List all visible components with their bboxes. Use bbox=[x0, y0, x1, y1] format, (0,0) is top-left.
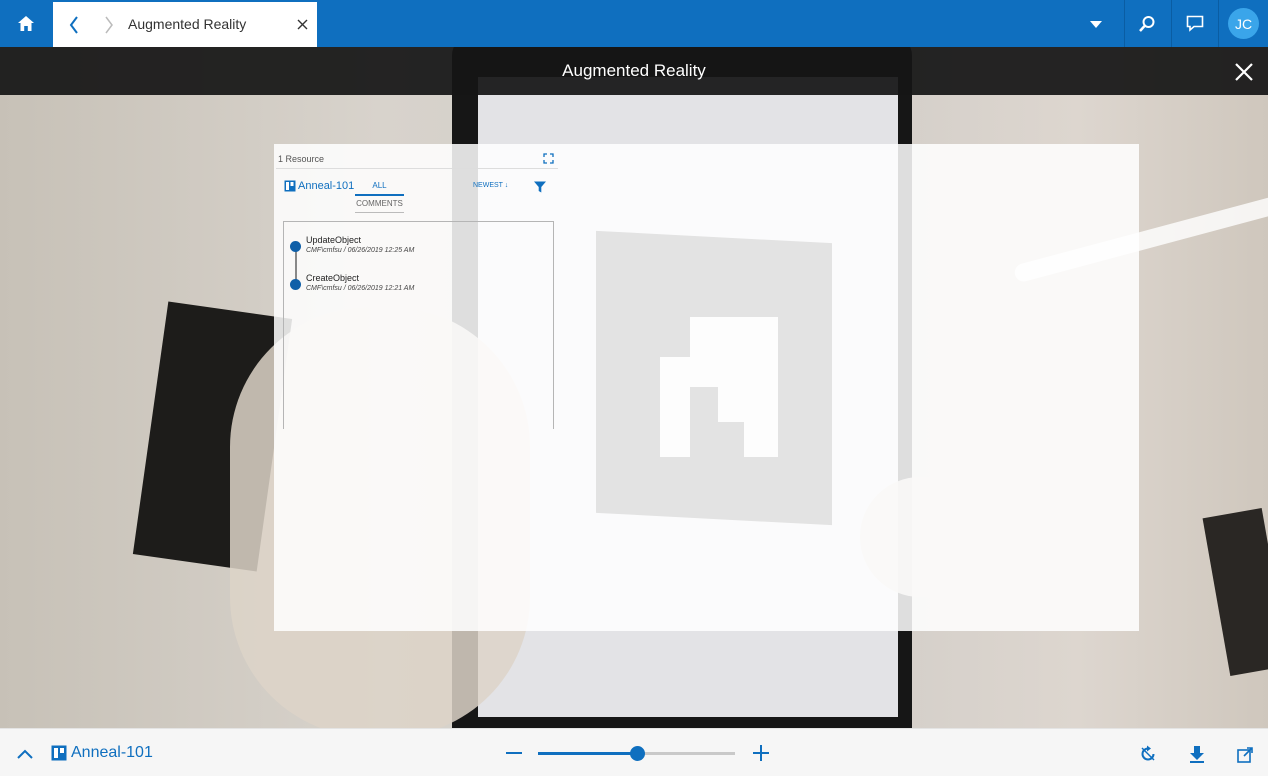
toolbar-divider bbox=[1171, 0, 1172, 47]
tab-title: Augmented Reality bbox=[128, 16, 247, 32]
home-icon[interactable] bbox=[0, 0, 52, 47]
divider bbox=[276, 168, 558, 169]
plus-icon[interactable] bbox=[751, 743, 771, 763]
resource-count: 1 Resource bbox=[278, 154, 325, 164]
timeline-dot bbox=[290, 279, 301, 290]
resource-name: Anneal-101 bbox=[71, 744, 153, 761]
ar-overlay-panel: 1 Resource Anneal-101 ALL COMMENTS NEWES… bbox=[274, 144, 1139, 631]
resource-link[interactable]: Anneal-101 bbox=[51, 744, 153, 762]
resource-icon bbox=[51, 745, 67, 761]
sort-dropdown[interactable]: NEWEST ↓ bbox=[473, 182, 508, 189]
filter-icon[interactable] bbox=[533, 180, 547, 194]
history-list: UpdateObject CMF\cmfsu / 06/26/2019 12:2… bbox=[283, 221, 554, 429]
history-title: UpdateObject bbox=[306, 235, 362, 245]
bottom-bar: Anneal-101 bbox=[0, 728, 1268, 776]
list-item[interactable]: UpdateObject CMF\cmfsu / 06/26/2019 12:2… bbox=[284, 227, 552, 257]
circuit-board bbox=[1202, 508, 1268, 676]
download-icon[interactable] bbox=[1186, 743, 1208, 765]
page-tab[interactable]: Augmented Reality bbox=[53, 2, 317, 47]
ar-title: Augmented Reality bbox=[562, 61, 706, 80]
tab-comments[interactable]: COMMENTS bbox=[355, 196, 404, 213]
timeline-dot bbox=[290, 241, 301, 252]
resource-icon bbox=[284, 180, 296, 192]
refresh-icon[interactable] bbox=[1137, 743, 1159, 765]
resource-name: Anneal-101 bbox=[298, 180, 355, 192]
zoom-slider[interactable] bbox=[538, 746, 735, 761]
chevron-up-icon[interactable] bbox=[14, 743, 36, 765]
ar-header: Augmented Reality bbox=[0, 47, 1268, 95]
resource-link[interactable]: Anneal-101 bbox=[284, 180, 354, 192]
zoom-slider-fill bbox=[538, 752, 637, 755]
list-item[interactable]: CreateObject CMF\cmfsu / 06/26/2019 12:2… bbox=[284, 265, 552, 295]
toolbar-divider bbox=[1124, 0, 1125, 47]
minus-icon[interactable] bbox=[504, 743, 524, 763]
close-icon[interactable] bbox=[1231, 59, 1257, 85]
search-icon[interactable] bbox=[1126, 0, 1168, 47]
chevron-right-icon[interactable] bbox=[97, 2, 121, 47]
toolbar-divider bbox=[1218, 0, 1219, 47]
history-meta: CMF\cmfsu / 06/26/2019 12:25 AM bbox=[306, 247, 415, 254]
history-meta: CMF\cmfsu / 06/26/2019 12:21 AM bbox=[306, 285, 415, 292]
tab-all[interactable]: ALL bbox=[355, 177, 404, 196]
caret-down-icon[interactable] bbox=[1082, 12, 1110, 36]
chevron-left-icon[interactable] bbox=[59, 2, 89, 47]
chat-icon[interactable] bbox=[1174, 0, 1216, 47]
zoom-slider-thumb[interactable] bbox=[629, 746, 645, 761]
expand-icon[interactable] bbox=[543, 153, 554, 164]
history-title: CreateObject bbox=[306, 273, 360, 283]
close-icon[interactable] bbox=[291, 13, 313, 35]
top-bar: Augmented Reality JC bbox=[0, 0, 1268, 47]
popout-icon[interactable] bbox=[1234, 743, 1256, 765]
avatar[interactable]: JC bbox=[1228, 8, 1259, 39]
